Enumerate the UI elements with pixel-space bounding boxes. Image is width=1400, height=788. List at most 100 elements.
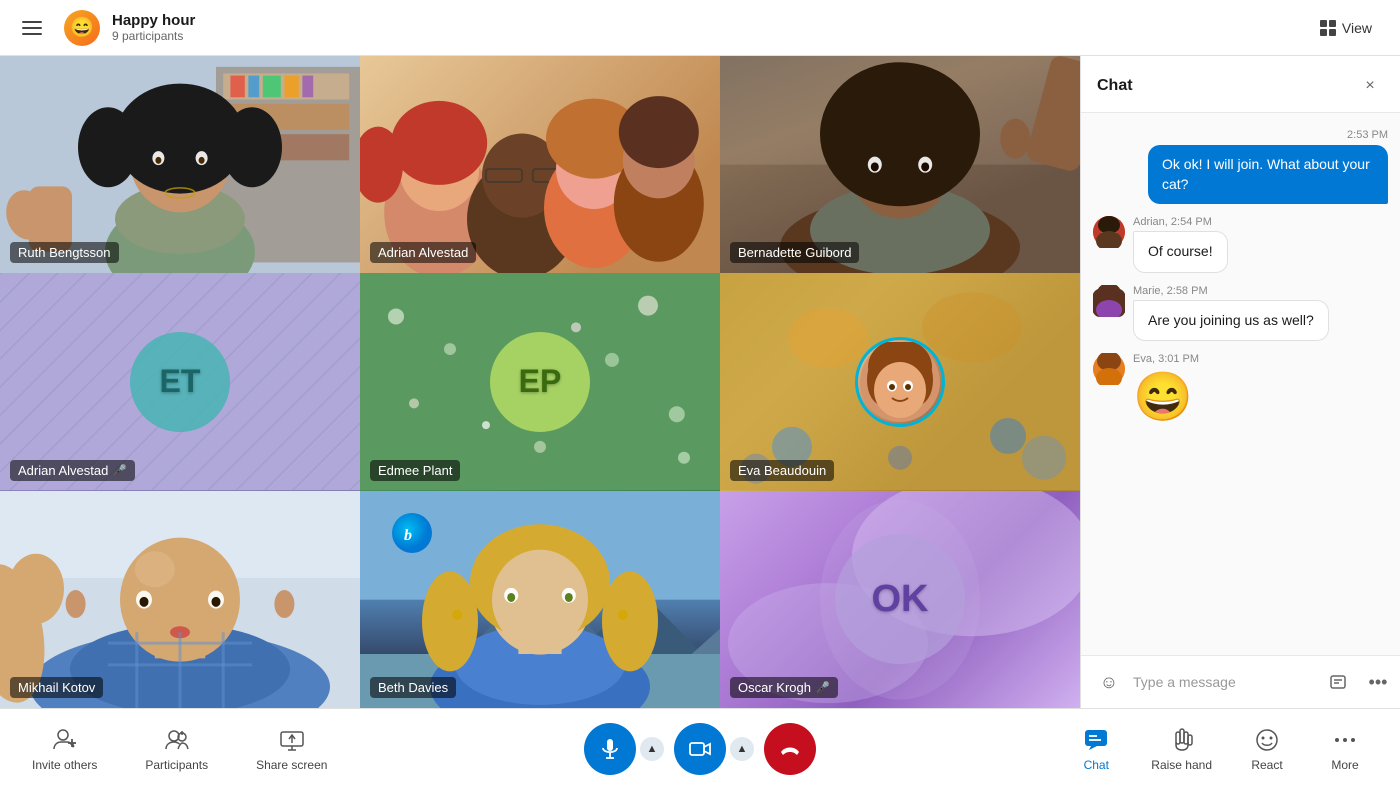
- video-tile-mikhail[interactable]: Mikhail Kotov: [0, 491, 360, 708]
- end-call-button[interactable]: [764, 723, 816, 775]
- message-input[interactable]: [1133, 674, 1314, 690]
- eva-profile-circle: [855, 337, 945, 427]
- adrian-group-svg: [360, 56, 720, 273]
- bernadette-svg: [720, 56, 1080, 273]
- tile-label-mikhail: Mikhail Kotov: [10, 677, 103, 698]
- mikhail-svg: [0, 491, 360, 708]
- beth-svg: b: [360, 491, 720, 708]
- invite-others-label: Invite others: [32, 758, 97, 772]
- share-screen-label: Share screen: [256, 758, 327, 772]
- adrian-message-bubble: Of course!: [1133, 231, 1228, 273]
- ep-avatar: EP: [490, 332, 590, 432]
- chat-panel-button[interactable]: Chat: [1061, 718, 1131, 780]
- center-controls: ▲ ▲: [584, 723, 816, 775]
- hamburger-icon: [22, 16, 46, 40]
- tile-label-ep: Edmee Plant: [370, 460, 460, 481]
- emoji-picker-button[interactable]: ☺: [1093, 666, 1125, 698]
- mute-button[interactable]: [584, 723, 636, 775]
- ep-avatar-container: EP: [360, 273, 720, 490]
- mic-chevron-button[interactable]: ▲: [640, 737, 664, 761]
- chat-icon: [1082, 726, 1110, 754]
- hamburger-menu-button[interactable]: [16, 10, 52, 46]
- et-avatar: ET: [130, 332, 230, 432]
- grid-view-icon: [1320, 20, 1336, 36]
- marie-chat-avatar: [1093, 285, 1125, 317]
- received-message-marie: Marie, 2:58 PM Are you joining us as wel…: [1093, 285, 1388, 342]
- ruth-scene-svg: [0, 56, 360, 273]
- tile-label-oscar: Oscar Krogh 🎤: [730, 677, 838, 698]
- video-tile-oscar[interactable]: OK Oscar Krogh 🎤: [720, 491, 1080, 708]
- toolbar-right-controls: Chat Raise hand: [1061, 718, 1380, 780]
- camera-button[interactable]: [674, 723, 726, 775]
- participants-count: 9 participants: [112, 29, 195, 43]
- tile-label-ruth: Ruth Bengtsson: [10, 242, 119, 263]
- oscar-avatar-container: OK: [720, 491, 1080, 708]
- raise-hand-label: Raise hand: [1151, 758, 1212, 772]
- participants-button[interactable]: Participants: [133, 718, 220, 780]
- tile-name-beth: Beth Davies: [378, 680, 448, 695]
- mic-icon-et: 🎤: [113, 464, 127, 477]
- more-options-button[interactable]: More: [1310, 718, 1380, 780]
- chat-panel: Chat × 2:53 PM Ok ok! I will join. What …: [1080, 56, 1400, 708]
- react-label: React: [1251, 758, 1282, 772]
- attach-file-button[interactable]: [1322, 666, 1354, 698]
- meeting-title: Happy hour: [112, 12, 195, 29]
- chat-input-area: ☺ •••: [1081, 655, 1400, 708]
- tile-name-ruth: Ruth Bengtsson: [18, 245, 111, 260]
- invite-others-button[interactable]: Invite others: [20, 718, 109, 780]
- participants-label: Participants: [145, 758, 208, 772]
- main-content: Ruth Bengtsson: [0, 56, 1400, 708]
- header-left: 😄 Happy hour 9 participants: [16, 10, 1308, 46]
- video-tile-beth[interactable]: b: [360, 491, 720, 708]
- share-screen-icon: [278, 726, 306, 754]
- more-options-label: More: [1331, 758, 1358, 772]
- header-right: View: [1308, 14, 1384, 42]
- video-tile-ruth[interactable]: Ruth Bengtsson: [0, 56, 360, 273]
- video-grid: Ruth Bengtsson: [0, 56, 1080, 708]
- tile-label-adrian: Adrian Alvestad: [370, 242, 476, 263]
- raise-hand-button[interactable]: Raise hand: [1139, 718, 1224, 780]
- header: 😄 Happy hour 9 participants View: [0, 0, 1400, 56]
- tile-name-eva: Eva Beaudouin: [738, 463, 826, 478]
- video-tile-adrian[interactable]: Adrian Alvestad: [360, 56, 720, 273]
- tile-name-mikhail: Mikhail Kotov: [18, 680, 95, 695]
- ruth-video-bg: [0, 56, 360, 273]
- chat-close-button[interactable]: ×: [1356, 72, 1384, 100]
- cam-chevron-button[interactable]: ▲: [730, 737, 754, 761]
- view-button[interactable]: View: [1308, 14, 1384, 42]
- react-button[interactable]: React: [1232, 718, 1302, 780]
- tile-name-adrian: Adrian Alvestad: [378, 245, 468, 260]
- eva-chat-avatar: [1093, 353, 1125, 385]
- sent-message-group: 2:53 PM Ok ok! I will join. What about y…: [1148, 129, 1388, 204]
- video-tile-et[interactable]: ET Adrian Alvestad 🎤: [0, 273, 360, 490]
- mic-icon-oscar: 🎤: [816, 681, 830, 694]
- eva-message-content: Eva, 3:01 PM 😄: [1133, 353, 1388, 425]
- tile-name-oscar: Oscar Krogh: [738, 680, 811, 695]
- view-label: View: [1342, 20, 1372, 36]
- video-tile-eva[interactable]: Eva Beaudouin: [720, 273, 1080, 490]
- video-tile-ep[interactable]: EP Edmee Plant: [360, 273, 720, 490]
- sent-message-time: 2:53 PM: [1347, 129, 1388, 141]
- more-chat-options-button[interactable]: •••: [1362, 666, 1394, 698]
- participants-icon: [163, 726, 191, 754]
- chat-title: Chat: [1097, 77, 1133, 95]
- more-icon: [1331, 726, 1359, 754]
- tile-label-bernadette: Bernadette Guibord: [730, 242, 859, 263]
- tile-name-bernadette: Bernadette Guibord: [738, 245, 851, 260]
- et-avatar-container: ET: [0, 273, 360, 490]
- video-tile-bernadette[interactable]: Bernadette Guibord: [720, 56, 1080, 273]
- marie-sender-time: Marie, 2:58 PM: [1133, 285, 1388, 297]
- sent-message-bubble: Ok ok! I will join. What about your cat?: [1148, 145, 1388, 204]
- eva-photo-container: [720, 273, 1080, 490]
- oscar-avatar: OK: [835, 534, 965, 664]
- eva-sender-time: Eva, 3:01 PM: [1133, 353, 1388, 365]
- chat-header: Chat ×: [1081, 56, 1400, 113]
- received-message-eva: Eva, 3:01 PM 😄: [1093, 353, 1388, 425]
- tile-label-et: Adrian Alvestad 🎤: [10, 460, 135, 481]
- invite-icon: [51, 726, 79, 754]
- tile-name-ep: Edmee Plant: [378, 463, 452, 478]
- share-screen-button[interactable]: Share screen: [244, 718, 339, 780]
- adrian-message-content: Adrian, 2:54 PM Of course!: [1133, 216, 1388, 273]
- chat-messages: 2:53 PM Ok ok! I will join. What about y…: [1081, 113, 1400, 655]
- react-icon: [1253, 726, 1281, 754]
